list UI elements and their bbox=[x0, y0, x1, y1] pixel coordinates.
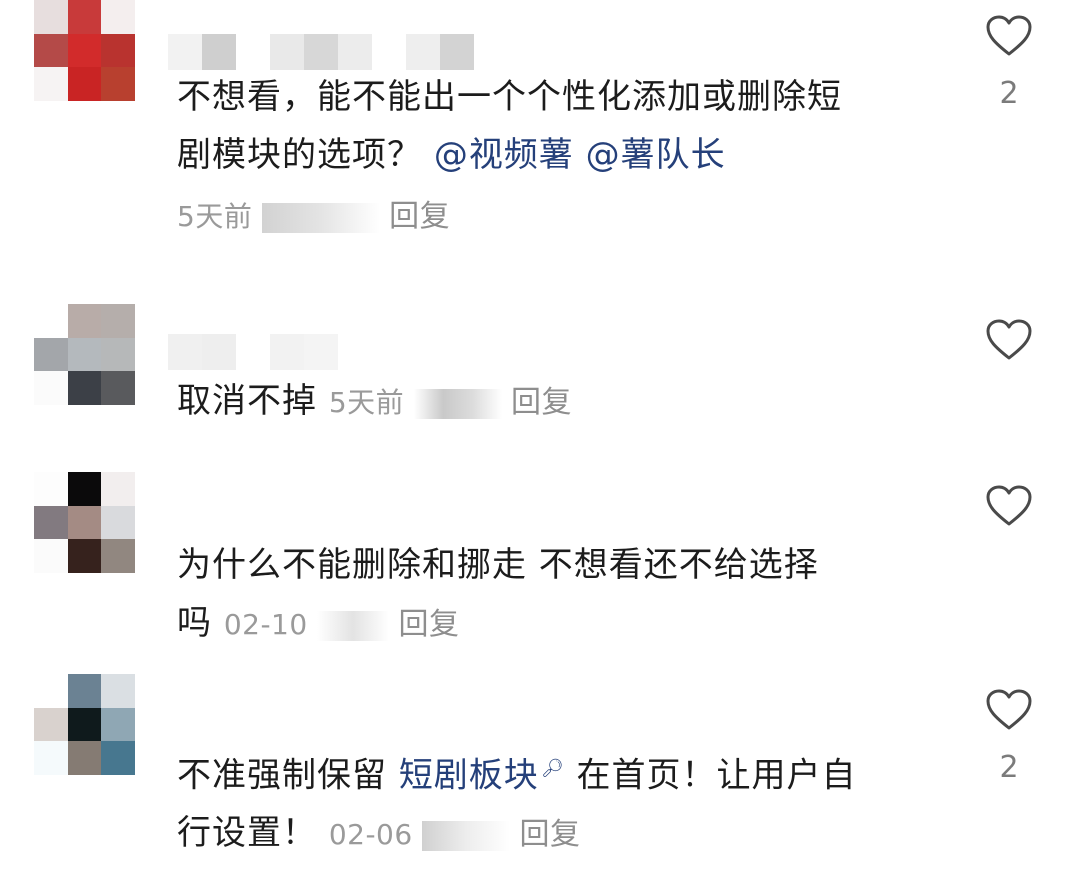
comment-meta: 02-06 回复 bbox=[328, 817, 581, 852]
heart-outline-icon bbox=[986, 15, 1032, 56]
comment-text: 不准强制保留 短剧板块 🔎︎ 在首页！让用户自 行设置！ 02-06 回复 bbox=[177, 740, 937, 864]
like-count: 2 bbox=[999, 76, 1019, 111]
like-button[interactable]: 2 bbox=[984, 14, 1034, 111]
like-button[interactable]: 2 bbox=[984, 688, 1034, 785]
mention-link[interactable]: @视频薯 bbox=[434, 135, 574, 175]
avatar[interactable] bbox=[34, 472, 135, 573]
comment-text-line: 取消不掉 bbox=[177, 381, 317, 421]
comment-text-line: 行设置！ bbox=[177, 813, 317, 854]
mention-link[interactable]: @薯队长 bbox=[586, 135, 726, 175]
comment-text-line: 不准强制保留 bbox=[177, 755, 399, 796]
location-blur bbox=[413, 389, 502, 419]
avatar[interactable] bbox=[34, 674, 135, 775]
comment-time: 02-06 bbox=[328, 818, 413, 852]
comment-time: 5天前 bbox=[177, 200, 253, 233]
topic-link[interactable]: 短剧板块 bbox=[399, 755, 539, 795]
comment-time: 02-10 bbox=[223, 608, 308, 641]
username[interactable] bbox=[168, 34, 474, 70]
comment-meta: 5天前 回复 bbox=[177, 188, 937, 246]
comment-text: 不想看，能不能出一个个性化添加或删除短 剧模块的选项？ @视频薯 @薯队长 5天… bbox=[177, 68, 937, 246]
comment-text-line: 吗 bbox=[177, 603, 212, 643]
comment-text-line: 不想看，能不能出一个个性化添加或删除短 bbox=[177, 77, 842, 117]
heart-outline-icon bbox=[986, 689, 1032, 730]
comment-text-line: 为什么不能删除和挪走 不想看还不给选择 bbox=[177, 545, 819, 585]
heart-outline-icon bbox=[986, 319, 1032, 360]
comment-text-line: 在首页！让用户自 bbox=[564, 755, 857, 796]
like-button[interactable] bbox=[984, 484, 1034, 546]
avatar[interactable] bbox=[34, 304, 135, 405]
like-button[interactable] bbox=[984, 318, 1034, 380]
reply-button[interactable]: 回复 bbox=[511, 385, 572, 420]
heart-outline-icon bbox=[986, 485, 1032, 526]
comment-text: 取消不掉 5天前 回复 bbox=[177, 372, 572, 432]
reply-button[interactable]: 回复 bbox=[399, 607, 460, 642]
location-blur bbox=[422, 821, 511, 852]
search-icon: 🔎︎ bbox=[540, 758, 565, 779]
avatar[interactable] bbox=[34, 0, 135, 101]
reply-button[interactable]: 回复 bbox=[389, 199, 450, 234]
comment-text-line: 剧模块的选项？ bbox=[177, 135, 422, 175]
like-count: 2 bbox=[999, 750, 1019, 785]
comment-time: 5天前 bbox=[328, 386, 405, 419]
location-blur bbox=[317, 611, 390, 641]
username[interactable] bbox=[168, 334, 338, 370]
comment-meta: 02-10 回复 bbox=[223, 607, 460, 642]
comment-text: 为什么不能删除和挪走 不想看还不给选择 吗 02-10 回复 bbox=[177, 536, 937, 654]
comment-meta: 5天前 回复 bbox=[328, 385, 572, 420]
location-blur bbox=[261, 203, 380, 233]
reply-button[interactable]: 回复 bbox=[520, 817, 581, 852]
